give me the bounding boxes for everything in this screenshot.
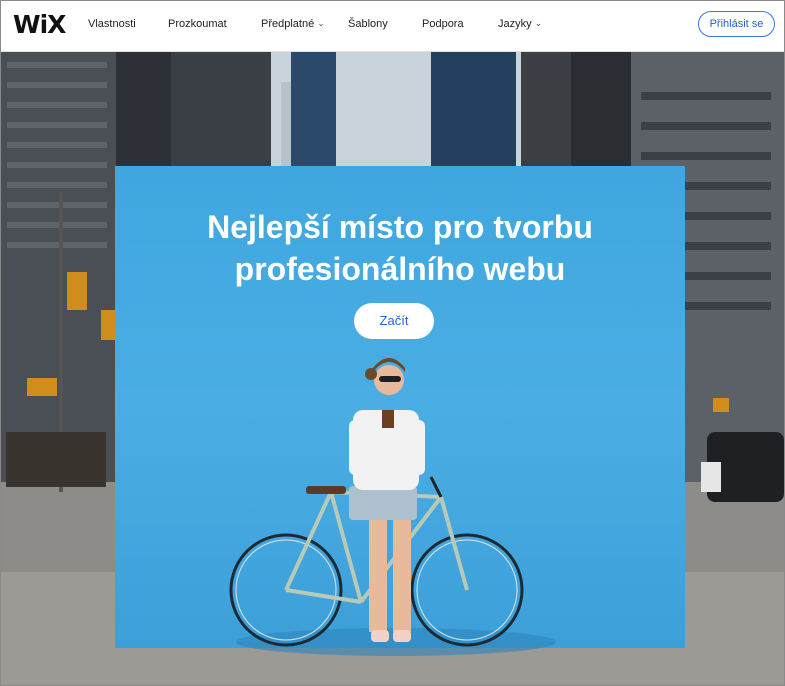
nav-item-features[interactable]: Vlastnosti	[88, 18, 136, 30]
hero-headline: Nejlepší místo pro tvorbu profesionálníh…	[115, 206, 685, 290]
chevron-down-icon: ⌄	[317, 18, 325, 28]
hero-section: Nejlepší místo pro tvorbu profesionálníh…	[1, 52, 784, 685]
nav-item-label: Předplatné	[261, 18, 315, 30]
nav-item-label: Prozkoumat	[168, 18, 227, 30]
nav-item-label: Podpora	[422, 18, 464, 30]
browser-viewport: WiX Vlastnosti Prozkoumat Předplatné ⌄ Ša…	[0, 0, 785, 686]
woman-with-bicycle-image	[229, 358, 556, 656]
headline-line-1: Nejlepší místo pro tvorbu	[207, 209, 593, 245]
headline-line-2: profesionálního webu	[234, 251, 566, 287]
nav-item-templates[interactable]: Šablony	[348, 18, 388, 30]
chevron-down-icon: ⌄	[534, 18, 543, 28]
start-button[interactable]: Začít	[354, 303, 434, 339]
nav-item-languages[interactable]: Jazyky ⌄	[498, 18, 542, 30]
nav-item-plans[interactable]: Předplatné ⌄	[261, 18, 325, 30]
nav-item-label: Jazyky	[498, 18, 532, 30]
login-button[interactable]: Přihlásit se	[698, 11, 775, 37]
wix-logo[interactable]: WiX	[13, 10, 66, 39]
top-navigation-bar: WiX Vlastnosti Prozkoumat Předplatné ⌄ Ša…	[1, 1, 784, 52]
nav-item-label: Vlastnosti	[88, 18, 136, 30]
nav-item-label: Šablony	[348, 18, 388, 30]
nav-item-support[interactable]: Podpora	[422, 18, 464, 30]
nav-item-explore[interactable]: Prozkoumat	[168, 18, 227, 30]
